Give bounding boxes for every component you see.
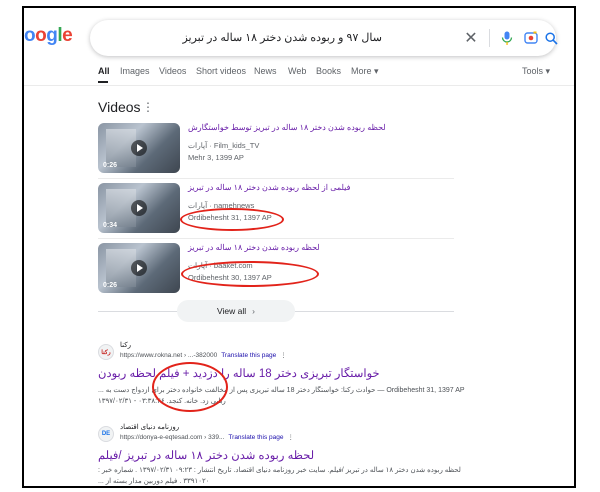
site-name[interactable]: رکنا [120, 341, 131, 349]
result-url-line: https://www.rokna.net › ...-382000 Transl… [120, 351, 287, 359]
tab-web[interactable]: Web [288, 66, 306, 76]
play-icon [131, 260, 147, 276]
videos-section-title: Videos [98, 99, 141, 115]
tab-tools[interactable]: Tools ▾ [522, 66, 550, 77]
search-divider [489, 29, 490, 47]
tab-more[interactable]: More ▾ [351, 66, 379, 77]
video-thumbnail[interactable]: 0:34 [98, 183, 180, 233]
snippet-date: Ordibehesht 31, 1397 AP [386, 387, 465, 394]
more-options-icon[interactable]: ⋮ [142, 100, 154, 114]
close-icon[interactable]: ✕ [462, 29, 480, 47]
tab-books[interactable]: Books [316, 66, 341, 76]
site-name[interactable]: روزنامه دنیای اقتصاد [120, 423, 179, 431]
header-divider [24, 85, 574, 86]
tab-news[interactable]: News [254, 66, 277, 76]
video-result[interactable]: 0:26 لحظه ربوده شدن دختر ۱۸ ساله در تبری… [98, 123, 454, 175]
video-source: آپارات · baaket.com [188, 261, 253, 270]
video-source: آپارات · Film_kids_TV [188, 141, 260, 150]
video-duration: 0:26 [103, 162, 118, 169]
search-tabs: All Images Videos Short videos News Web … [98, 66, 574, 86]
play-icon [131, 140, 147, 156]
translate-link[interactable]: Translate this page [228, 434, 283, 441]
logo-letter: o [35, 25, 47, 46]
chevron-right-icon: › [252, 306, 255, 316]
result-url-line: https://donya-e-eqtesad.com › 339... Tran… [120, 433, 294, 441]
result-snippet-line2: ربایی زد. خانه. کنجد. ۰۳:۳۸:۴۶ - ۱۳۹۷/۰۲… [98, 398, 226, 405]
site-favicon[interactable]: DE [98, 426, 114, 442]
video-thumbnail[interactable]: 0:26 [98, 123, 180, 173]
video-thumbnail[interactable]: 0:26 [98, 243, 180, 293]
video-date: Ordibehesht 30, 1397 AP [188, 273, 272, 282]
video-result[interactable]: 0:34 فیلمی از لحظه ربوده شدن دختر ۱۸ سال… [98, 183, 454, 235]
result-title[interactable]: لحظه ربوده شدن دختر ۱۸ ساله در تبریز /فی… [98, 448, 478, 462]
result-snippet: Ordibehesht 31, 1397 AP — حوادث رکنا: خو… [98, 387, 465, 394]
result-snippet-line2: ۳۳۹۱۰۲۰ . فیلم دوربین مدار بسته از ... [98, 478, 210, 485]
video-title[interactable]: لحظه ربوده شدن دختر ۱۸ ساله در تبریز توس… [188, 123, 448, 132]
view-all-button[interactable]: View all › [177, 300, 295, 322]
search-icon[interactable] [542, 29, 560, 47]
result-snippet: لحظه ربوده شدن دختر ۱۸ ساله در تبریز /فی… [98, 467, 461, 474]
logo-letter: o [24, 25, 36, 46]
play-icon [131, 200, 147, 216]
active-tab-indicator [98, 81, 108, 83]
video-divider [98, 238, 454, 239]
search-box[interactable]: سال ۹۷ و ربوده شدن دختر ۱۸ ساله در تبریز… [90, 20, 558, 56]
tab-videos[interactable]: Videos [159, 66, 186, 76]
logo-letter: e [62, 25, 73, 46]
translate-link[interactable]: Translate this page [221, 352, 276, 359]
video-duration: 0:34 [103, 222, 118, 229]
google-logo[interactable]: oogle [24, 25, 73, 47]
video-source: آپارات · namehnews [188, 201, 255, 210]
browser-frame: oogle سال ۹۷ و ربوده شدن دختر ۱۸ ساله در… [22, 6, 576, 488]
microphone-icon[interactable] [498, 29, 516, 47]
site-favicon[interactable]: رکنا [98, 344, 114, 360]
video-duration: 0:26 [103, 282, 118, 289]
snippet-text: حوادث رکنا: خواستگار دختر 18 ساله تبریزی… [98, 387, 376, 394]
logo-letter: g [46, 25, 58, 46]
more-options-icon[interactable]: ⋮ [280, 352, 287, 359]
tab-all[interactable]: All [98, 66, 110, 76]
view-all-label: View all [217, 306, 247, 316]
video-date: Ordibehesht 31, 1397 AP [188, 213, 272, 222]
more-options-icon[interactable]: ⋮ [287, 434, 294, 441]
video-title[interactable]: لحظه ربوده شدن دختر ۱۸ ساله در تبریز [188, 243, 448, 252]
video-divider [98, 178, 454, 179]
video-title[interactable]: فیلمی از لحظه ربوده شدن دختر ۱۸ ساله در … [188, 183, 448, 192]
camera-lens-icon[interactable] [522, 29, 540, 47]
video-date: Mehr 3, 1399 AP [188, 153, 244, 162]
result-title[interactable]: خواستگار تبریزی دختر 18 ساله را دزدید + … [98, 366, 478, 380]
result-url[interactable]: https://donya-e-eqtesad.com › 339... [120, 434, 224, 441]
result-url[interactable]: https://www.rokna.net › ...-382000 [120, 352, 217, 359]
tab-images[interactable]: Images [120, 66, 150, 76]
video-result[interactable]: 0:26 لحظه ربوده شدن دختر ۱۸ ساله در تبری… [98, 243, 454, 295]
search-input[interactable]: سال ۹۷ و ربوده شدن دختر ۱۸ ساله در تبریز [90, 31, 382, 44]
tab-short-videos[interactable]: Short videos [196, 66, 246, 76]
